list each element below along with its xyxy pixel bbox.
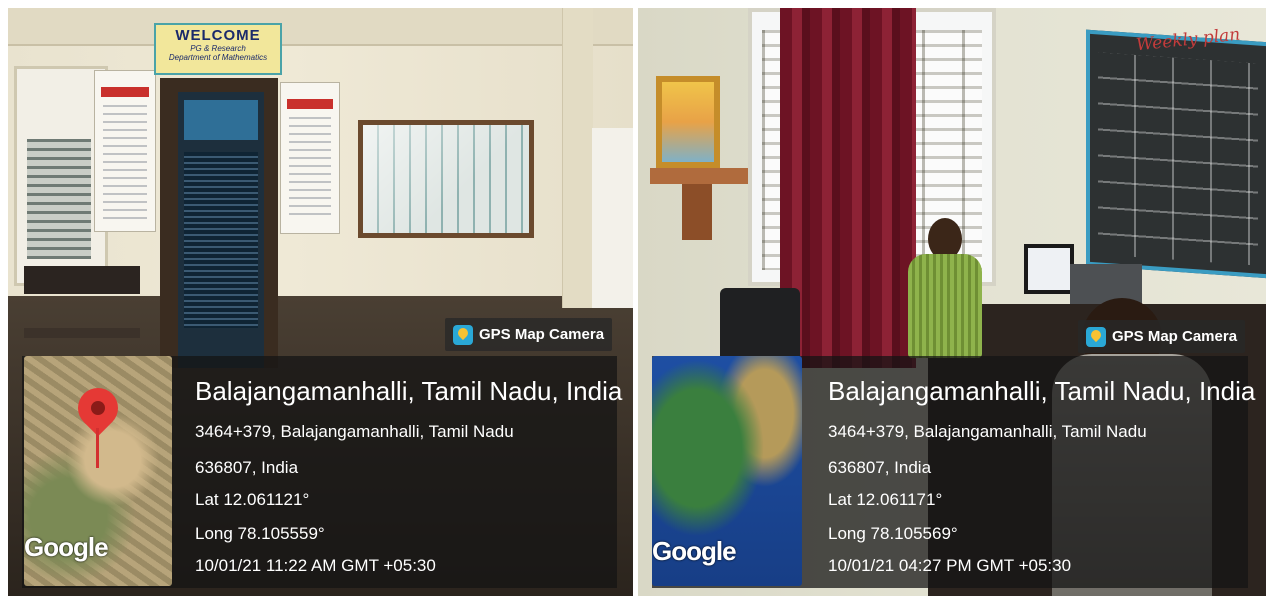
- department-doorway: [160, 78, 278, 368]
- location-title: Balajangamanhalli, Tamil Nadu, India: [195, 376, 623, 406]
- welcome-subtitle-2: Department of Mathematics: [168, 53, 268, 62]
- wall-shelf: [650, 168, 748, 184]
- ceiling-beam: [8, 8, 633, 46]
- shelf-support: [682, 184, 712, 240]
- maroon-curtain: [780, 8, 916, 368]
- longitude-text: Long 78.105569°: [828, 524, 958, 543]
- adjacent-room: [592, 128, 633, 308]
- welcome-sign: WELCOME PG & Research Department of Math…: [154, 23, 282, 75]
- pillar: [562, 8, 593, 308]
- notice-board-left: [94, 70, 156, 232]
- notice-board-portrait: [280, 82, 340, 234]
- google-watermark: Google: [24, 532, 109, 562]
- address-line-1: 3464+379, Balajangamanhalli, Tamil Nadu: [195, 422, 514, 441]
- datetime-text: 10/01/21 04:27 PM GMT +05:30: [828, 556, 1072, 575]
- gps-map-camera-icon: [1086, 326, 1106, 347]
- globe-map-thumbnail: Google: [652, 356, 802, 586]
- gps-map-camera-icon: [453, 324, 473, 345]
- satellite-map-thumbnail: Google: [24, 356, 172, 586]
- address-line-2: 636807, India: [195, 458, 299, 477]
- location-pin-tail: [96, 428, 99, 468]
- computer-monitor: [1024, 244, 1074, 294]
- location-title: Balajangamanhalli, Tamil Nadu, India: [828, 376, 1256, 406]
- google-watermark: Google: [652, 536, 737, 566]
- person-at-computer: [908, 218, 982, 358]
- bench: [24, 266, 140, 338]
- gps-map-camera-badge: GPS Map Camera: [445, 318, 613, 351]
- right-photo: Weekly plan GPS Map Camera Google Balaja…: [638, 8, 1266, 596]
- welcome-subtitle-1: PG & Research: [190, 44, 246, 53]
- datetime-text: 10/01/21 11:22 AM GMT +05:30: [195, 556, 436, 575]
- left-photo: WELCOME PG & Research Department of Math…: [8, 8, 633, 596]
- location-info-panel: Google Balajangamanhalli, Tamil Nadu, In…: [652, 356, 1255, 588]
- weekly-plan-chalkboard: [1086, 29, 1266, 279]
- gps-map-camera-badge: GPS Map Camera: [1078, 320, 1246, 353]
- address-line-2: 636807, India: [828, 458, 932, 477]
- latitude-text: Lat 12.061121°: [195, 490, 310, 509]
- gps-badge-label: GPS Map Camera: [479, 326, 605, 343]
- location-info-panel: Google Balajangamanhalli, Tamil Nadu, In…: [22, 356, 622, 588]
- welcome-title: WELCOME: [175, 27, 261, 44]
- address-line-1: 3464+379, Balajangamanhalli, Tamil Nadu: [828, 422, 1147, 441]
- gps-badge-label: GPS Map Camera: [1112, 328, 1238, 345]
- glass-display-board: [358, 120, 534, 238]
- latitude-text: Lat 12.061171°: [828, 490, 943, 509]
- longitude-text: Long 78.105559°: [195, 524, 325, 543]
- framed-picture: [656, 76, 720, 168]
